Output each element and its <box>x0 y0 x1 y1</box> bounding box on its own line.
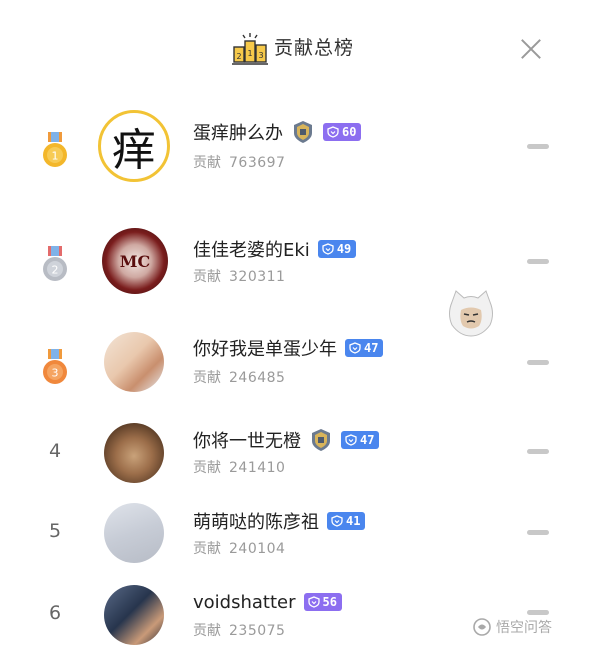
user-name[interactable]: 蛋痒肿么办 <box>193 119 283 145</box>
user-name[interactable]: 你将一世无橙 <box>193 427 301 453</box>
avatar[interactable] <box>104 503 164 563</box>
watermark: 悟空问答 <box>472 616 552 638</box>
leaderboard-row[interactable]: 4 你将一世无橙 47 贡献 241410 <box>0 410 593 500</box>
trend-indicator <box>527 144 549 149</box>
shield-icon <box>307 596 320 608</box>
avatar[interactable] <box>104 585 164 645</box>
svg-text:2: 2 <box>236 52 241 61</box>
contribution: 贡献 320311 <box>193 269 286 285</box>
trend-indicator <box>527 449 549 454</box>
bronze-medal-icon: 3 <box>43 349 67 384</box>
rank-number: 4 <box>48 440 62 462</box>
rank-badge-icon <box>312 429 330 451</box>
svg-text:1: 1 <box>247 49 252 58</box>
contribution: 贡献 246485 <box>193 370 286 386</box>
level-badge: 49 <box>317 240 357 258</box>
level-badge: 56 <box>303 593 342 611</box>
avatar[interactable]: 痒 <box>98 110 170 182</box>
level-badge: 47 <box>341 431 380 449</box>
contribution: 贡献 241410 <box>193 460 286 476</box>
shield-icon <box>327 126 339 138</box>
close-button[interactable] <box>516 34 546 64</box>
podium-icon: 2 1 3 <box>232 33 268 65</box>
trend-indicator <box>527 259 549 264</box>
user-name[interactable]: 萌萌哒的陈彦祖 <box>193 508 319 534</box>
avatar[interactable] <box>104 332 164 392</box>
user-name[interactable]: 你好我是单蛋少年 <box>193 335 337 361</box>
cat-face-sticker <box>449 290 493 337</box>
svg-text:1: 1 <box>52 150 59 163</box>
svg-text:2: 2 <box>52 264 59 277</box>
contribution: 贡献 763697 <box>193 155 286 171</box>
leaderboard-row[interactable]: 3 你好我是单蛋少年 47 贡献 246485 <box>0 318 593 408</box>
rank-number: 5 <box>48 520 62 542</box>
wukong-logo-icon <box>473 618 491 636</box>
contribution: 贡献 240104 <box>193 541 286 557</box>
contribution: 贡献 235075 <box>193 623 286 639</box>
shield-icon <box>331 515 343 527</box>
user-name[interactable]: voidshatter <box>193 592 296 613</box>
trend-indicator <box>527 610 549 615</box>
level-badge: 47 <box>345 339 384 357</box>
avatar[interactable]: MC <box>102 228 168 294</box>
shield-icon <box>349 342 361 354</box>
level-badge: 41 <box>327 512 366 530</box>
trend-indicator <box>527 530 549 535</box>
svg-text:3: 3 <box>258 51 263 60</box>
leaderboard-row[interactable]: 5 萌萌哒的陈彦祖 41 贡献 240104 <box>0 492 593 582</box>
leaderboard-row[interactable]: 1 痒 蛋痒肿么办 60 贡献 763697 <box>0 101 593 191</box>
shield-icon <box>322 243 334 255</box>
gold-medal-icon: 1 <box>43 132 67 167</box>
rank-badge-icon <box>294 121 312 143</box>
trend-indicator <box>527 360 549 365</box>
leaderboard-row[interactable]: 2 MC 佳佳老婆的Eki 49 贡献 320311 <box>0 215 593 305</box>
level-badge: 60 <box>323 123 362 141</box>
svg-text:3: 3 <box>52 367 59 380</box>
avatar[interactable] <box>104 423 164 483</box>
shield-icon <box>345 434 357 446</box>
leaderboard-header: 2 1 3 贡献总榜 <box>0 0 593 100</box>
user-name[interactable]: 佳佳老婆的Eki <box>193 236 310 262</box>
silver-medal-icon: 2 <box>43 246 67 281</box>
page-title: 贡献总榜 <box>274 37 355 59</box>
rank-number: 6 <box>48 602 62 624</box>
